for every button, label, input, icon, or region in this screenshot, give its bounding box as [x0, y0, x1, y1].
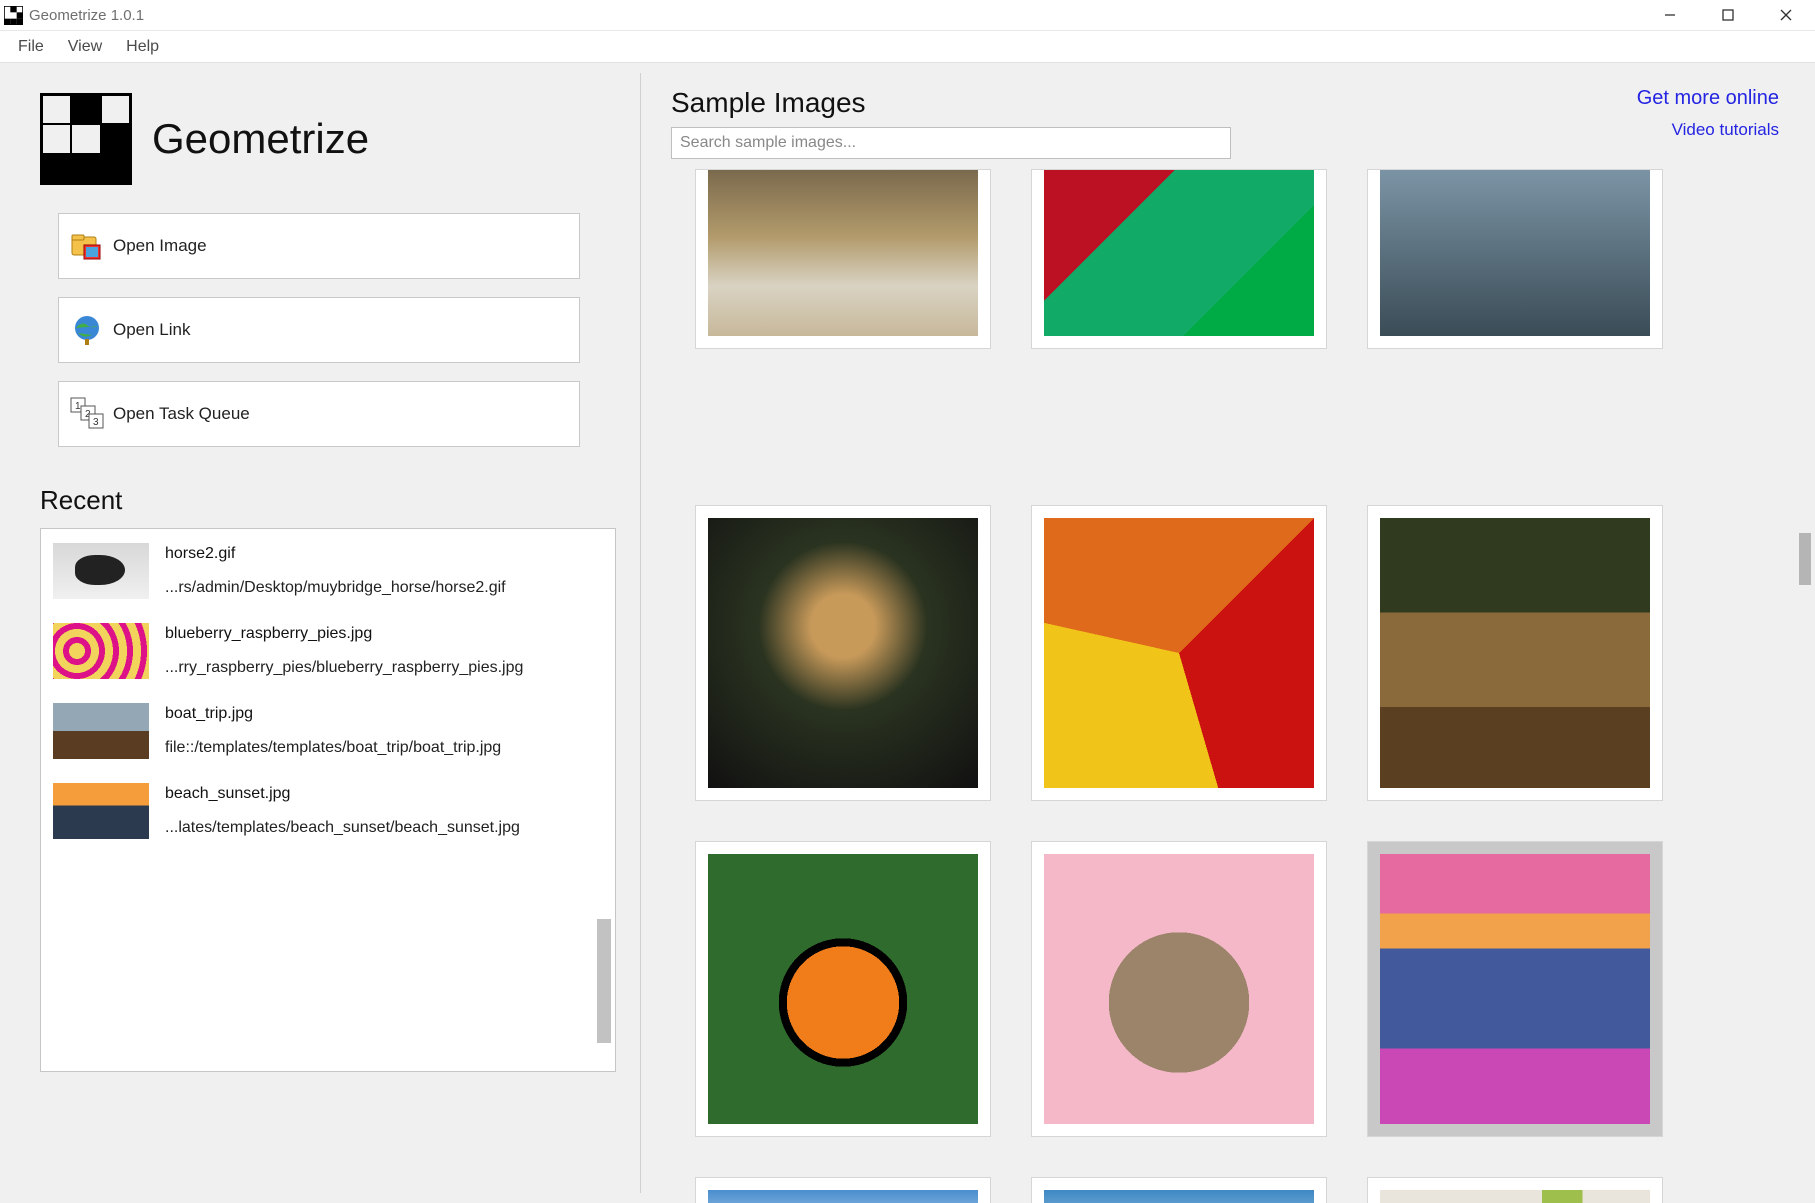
- sample-thumb: [1044, 518, 1314, 788]
- sample-thumb: [1380, 854, 1650, 1124]
- sample-thumb: [1044, 170, 1314, 336]
- close-button[interactable]: [1757, 0, 1815, 31]
- right-panel: Sample Images Get more online Video tuto…: [641, 63, 1815, 1203]
- recent-thumb: [53, 783, 149, 839]
- sample-images-heading: Sample Images: [671, 87, 1231, 119]
- maximize-button[interactable]: [1699, 0, 1757, 31]
- sample-card[interactable]: [1367, 1177, 1663, 1203]
- menu-help[interactable]: Help: [114, 36, 171, 58]
- task-queue-icon: 123: [69, 396, 105, 432]
- recent-list: horse2.gif ...rs/admin/Desktop/muybridge…: [40, 528, 616, 1072]
- recent-item[interactable]: beach_sunset.jpg ...lates/templates/beac…: [53, 783, 603, 839]
- recent-item[interactable]: boat_trip.jpg file::/templates/templates…: [53, 703, 603, 759]
- recent-filename: blueberry_raspberry_pies.jpg: [165, 625, 523, 643]
- recent-filename: beach_sunset.jpg: [165, 785, 520, 803]
- recent-scrollbar[interactable]: [597, 919, 611, 1043]
- open-image-button[interactable]: Open Image: [58, 213, 580, 279]
- sample-thumb: [1380, 1190, 1650, 1203]
- svg-text:3: 3: [93, 417, 99, 428]
- window-title: Geometrize 1.0.1: [29, 7, 144, 24]
- sample-thumb: [708, 518, 978, 788]
- recent-thumb: [53, 703, 149, 759]
- recent-filepath: ...rs/admin/Desktop/muybridge_horse/hors…: [165, 579, 506, 597]
- sample-card[interactable]: [1031, 1177, 1327, 1203]
- recent-filepath: ...rry_raspberry_pies/blueberry_raspberr…: [165, 659, 523, 677]
- open-image-label: Open Image: [113, 236, 207, 256]
- sample-thumb: [1380, 170, 1650, 336]
- sample-thumb: [1044, 1190, 1314, 1203]
- sample-thumb: [1380, 518, 1650, 788]
- sample-scrollbar[interactable]: [1799, 533, 1811, 585]
- get-more-online-link[interactable]: Get more online: [1637, 87, 1779, 110]
- recent-heading: Recent: [40, 485, 616, 516]
- recent-filename: boat_trip.jpg: [165, 705, 501, 723]
- sample-card[interactable]: [695, 505, 991, 801]
- menu-bar: File View Help: [0, 31, 1815, 63]
- recent-filepath: ...lates/templates/beach_sunset/beach_su…: [165, 819, 520, 837]
- app-name: Geometrize: [152, 115, 369, 163]
- sample-card[interactable]: [1031, 841, 1327, 1137]
- sample-card[interactable]: [695, 169, 991, 349]
- open-task-queue-button[interactable]: 123 Open Task Queue: [58, 381, 580, 447]
- open-link-label: Open Link: [113, 320, 191, 340]
- app-icon: [4, 6, 23, 25]
- globe-icon: [69, 312, 105, 348]
- minimize-button[interactable]: [1641, 0, 1699, 31]
- sample-card[interactable]: [1031, 505, 1327, 801]
- open-task-queue-label: Open Task Queue: [113, 404, 250, 424]
- sample-card[interactable]: [1367, 169, 1663, 349]
- sample-thumb: [708, 854, 978, 1124]
- recent-item[interactable]: horse2.gif ...rs/admin/Desktop/muybridge…: [53, 543, 603, 599]
- menu-view[interactable]: View: [56, 36, 114, 58]
- svg-text:1: 1: [75, 401, 81, 412]
- sample-card[interactable]: [1367, 505, 1663, 801]
- recent-item[interactable]: blueberry_raspberry_pies.jpg ...rry_rasp…: [53, 623, 603, 679]
- sample-card[interactable]: [695, 1177, 991, 1203]
- app-logo: [40, 93, 132, 185]
- search-input[interactable]: [671, 127, 1231, 159]
- sample-thumb: [1044, 854, 1314, 1124]
- sample-card[interactable]: [695, 841, 991, 1137]
- title-bar: Geometrize 1.0.1: [0, 0, 1815, 31]
- open-link-button[interactable]: Open Link: [58, 297, 580, 363]
- left-panel: Geometrize Open Image Open Link 123 Open…: [0, 63, 640, 1203]
- recent-filename: horse2.gif: [165, 545, 506, 563]
- sample-card[interactable]: [1367, 841, 1663, 1137]
- sample-thumb: [708, 170, 978, 336]
- sample-card[interactable]: [1031, 169, 1327, 349]
- recent-filepath: file::/templates/templates/boat_trip/boa…: [165, 739, 501, 757]
- sample-thumb: [708, 1190, 978, 1203]
- sample-grid: [671, 169, 1779, 1203]
- recent-thumb: [53, 623, 149, 679]
- recent-thumb: [53, 543, 149, 599]
- menu-file[interactable]: File: [6, 36, 56, 58]
- video-tutorials-link[interactable]: Video tutorials: [1672, 120, 1779, 140]
- folder-image-icon: [69, 228, 105, 264]
